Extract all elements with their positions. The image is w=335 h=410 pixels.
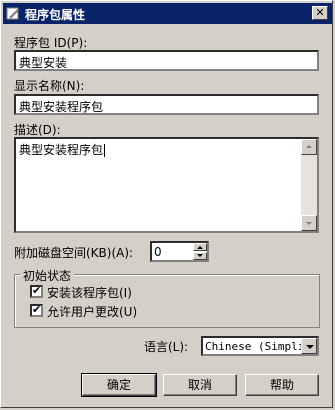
allow-user-change-checkbox[interactable]: ✔: [30, 303, 43, 317]
help-button[interactable]: 帮助: [245, 374, 319, 396]
check-icon: ✔: [32, 284, 42, 297]
ok-button[interactable]: 确定: [81, 373, 157, 397]
disk-space-value: 0: [154, 245, 162, 259]
scroll-up-button[interactable]: [301, 139, 317, 155]
initial-state-title: 初始状态: [20, 267, 75, 284]
close-button[interactable]: ✕: [312, 6, 328, 20]
spin-up-icon: [197, 246, 203, 249]
package-properties-dialog: 程序包属性 ✕ 程序包 ID(P): 典型安装 显示名称(N): 典型安装程序包…: [0, 0, 333, 408]
check-icon: ✔: [32, 303, 42, 316]
language-value: Chinese (Simplif: [205, 340, 311, 353]
description-label: 描述(D):: [14, 123, 61, 137]
description-scrollbar[interactable]: [301, 139, 317, 231]
language-label: 语言(L):: [144, 340, 189, 354]
allow-user-change-label: 允许用户更改(U): [47, 305, 138, 319]
spin-down-button[interactable]: [193, 252, 207, 260]
disk-space-spinbox[interactable]: 0: [150, 241, 209, 262]
description-text-wrap: 典型安装程序包: [19, 141, 106, 158]
scroll-down-icon: [306, 222, 312, 225]
close-icon: ✕: [315, 6, 325, 19]
language-dropdown-button[interactable]: [301, 338, 317, 354]
text-caret: [104, 144, 106, 157]
install-package-label: 安装该程序包(I): [47, 286, 132, 300]
package-properties-icon: [6, 7, 20, 20]
spin-down-icon: [197, 254, 203, 257]
spin-up-button[interactable]: [193, 243, 207, 251]
scroll-up-icon: [306, 145, 312, 148]
package-id-input[interactable]: 典型安装: [14, 50, 319, 71]
language-select[interactable]: Chinese (Simplif: [201, 336, 319, 356]
install-package-checkbox[interactable]: ✔: [30, 284, 43, 298]
display-name-label: 显示名称(N):: [14, 79, 85, 93]
title-bar[interactable]: 程序包属性 ✕: [3, 3, 332, 24]
description-text: 典型安装程序包: [19, 143, 104, 157]
scroll-down-button[interactable]: [301, 215, 317, 231]
description-textarea[interactable]: 典型安装程序包: [14, 137, 319, 233]
disk-space-label: 附加磁盘空间(KB)(A):: [14, 246, 134, 260]
display-name-input[interactable]: 典型安装程序包: [14, 94, 319, 115]
package-id-label: 程序包 ID(P):: [14, 36, 88, 50]
chevron-down-icon: [306, 345, 314, 349]
cancel-button[interactable]: 取消: [163, 374, 237, 396]
window-title: 程序包属性: [25, 8, 86, 22]
